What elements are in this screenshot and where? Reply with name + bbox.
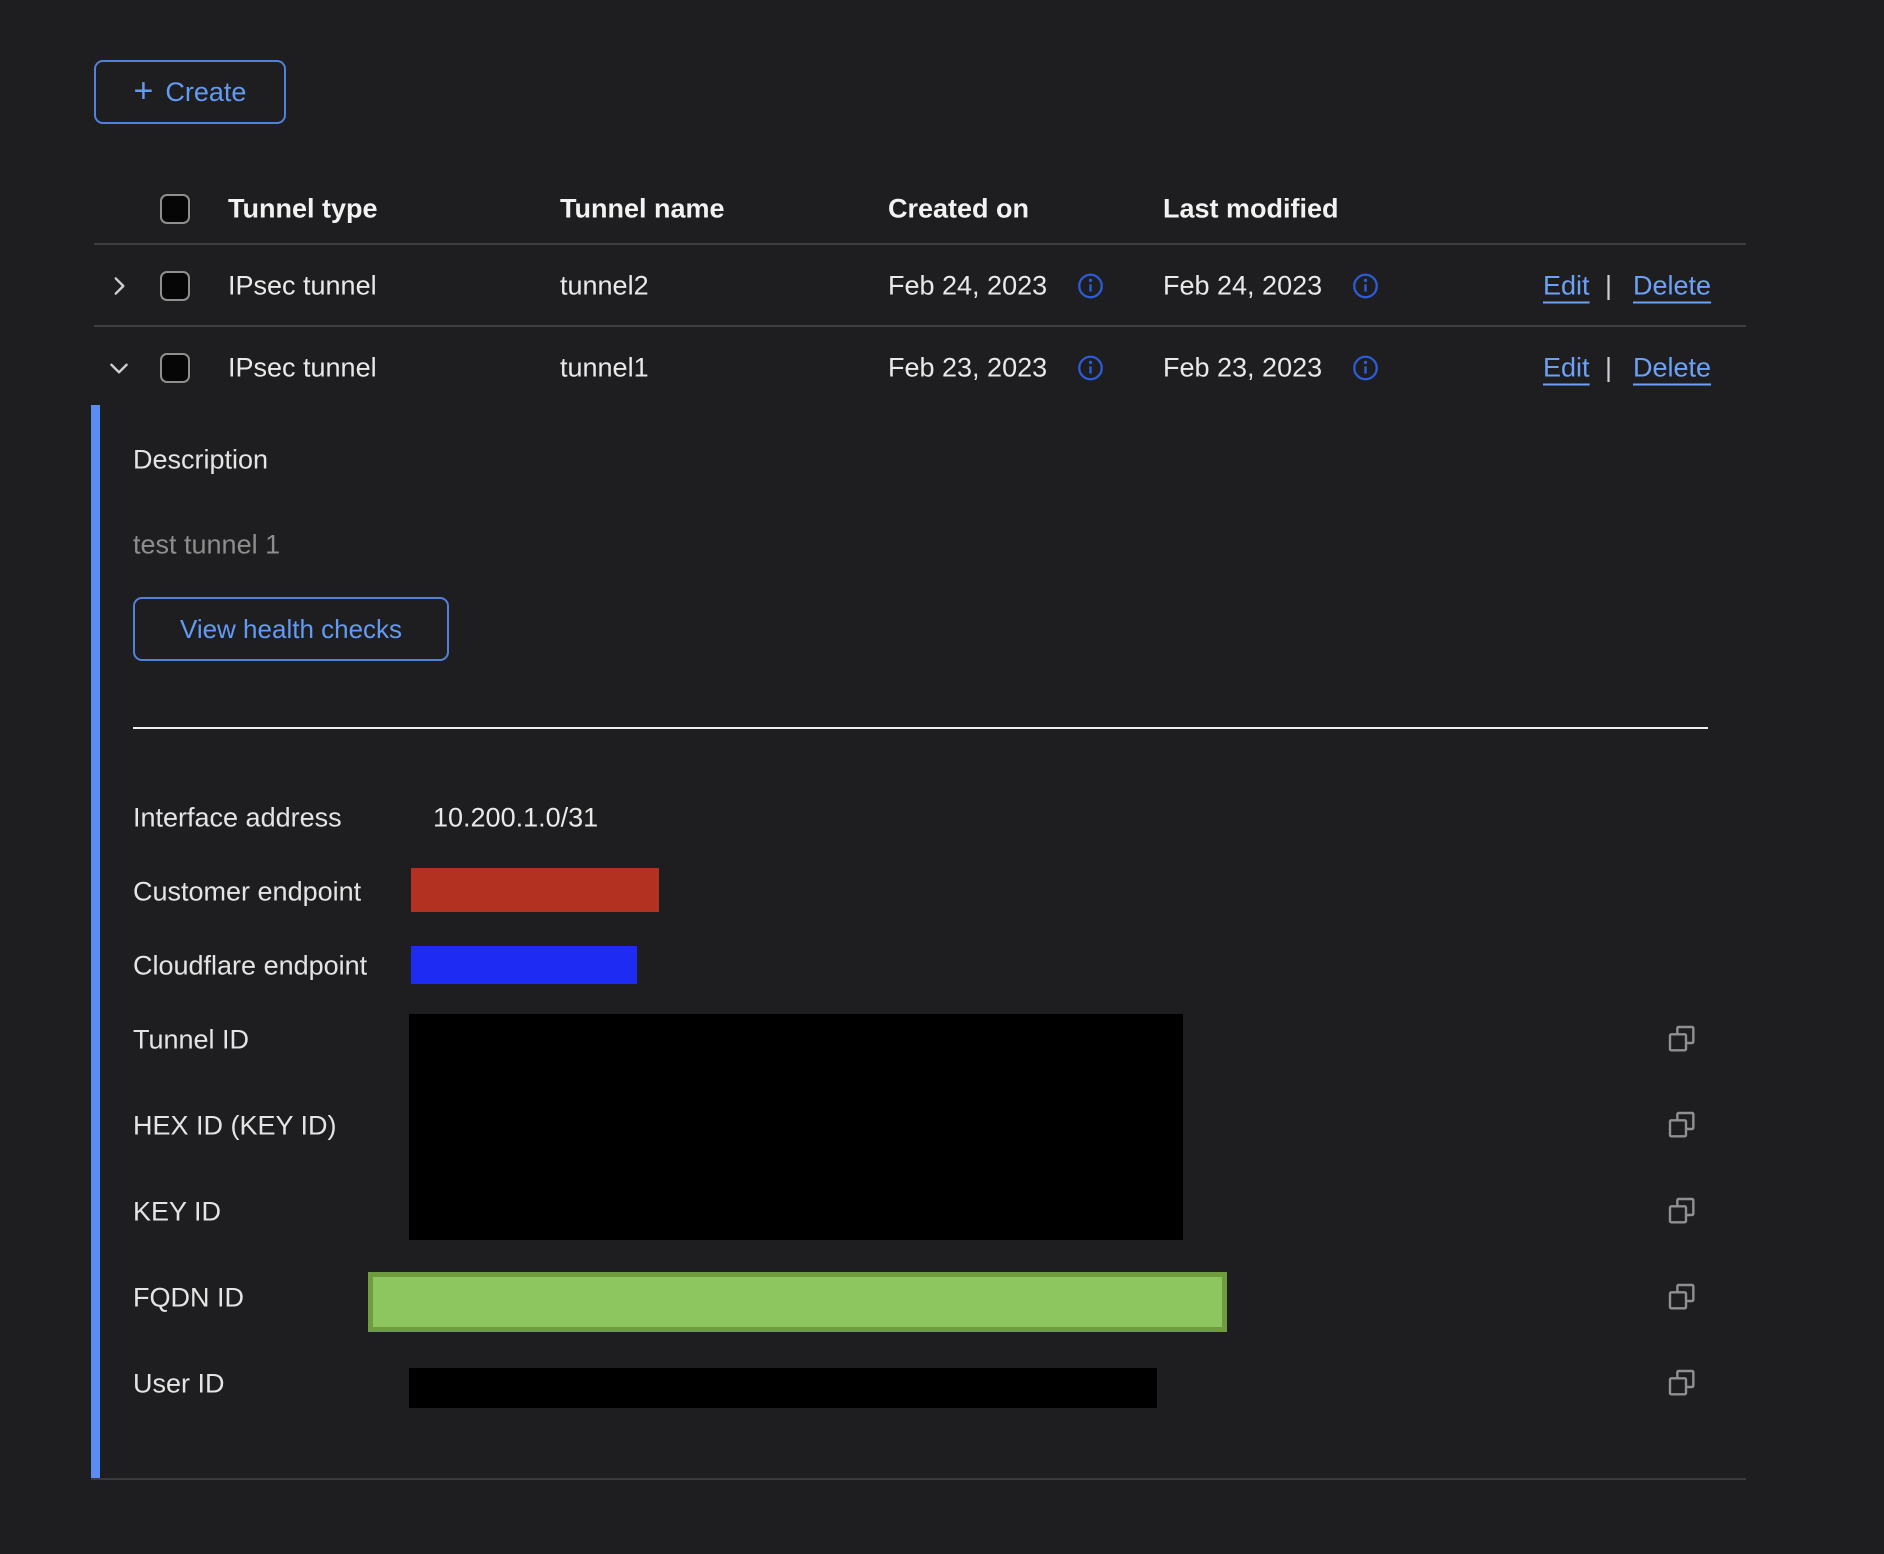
tunnel-type-cell: IPsec tunnel [228, 353, 377, 384]
last-modified-cell: Feb 24, 2023 [1163, 271, 1322, 302]
description-label: Description [133, 445, 268, 476]
cloudflare-endpoint-redacted-value [411, 946, 637, 984]
created-on-cell: Feb 24, 2023 [888, 271, 1047, 302]
view-health-checks-button[interactable]: View health checks [133, 597, 449, 661]
create-button-label: Create [165, 77, 246, 108]
copy-tunnel-id-icon[interactable] [1666, 1023, 1700, 1057]
header-created-on: Created on [888, 194, 1029, 225]
customer-endpoint-label: Customer endpoint [133, 877, 361, 908]
user-id-redacted-value [409, 1368, 1157, 1408]
copy-fqdn-id-icon[interactable] [1666, 1281, 1700, 1315]
info-icon[interactable] [1077, 273, 1104, 300]
panel-divider [133, 727, 1708, 729]
row-divider [94, 325, 1746, 327]
panel-bottom-divider [91, 1478, 1746, 1480]
expanded-row-accent-bar [91, 405, 100, 1478]
select-all-checkbox[interactable] [160, 194, 190, 224]
created-on-cell: Feb 23, 2023 [888, 353, 1047, 384]
customer-endpoint-redacted-value [411, 868, 659, 912]
delete-link[interactable]: Delete [1633, 271, 1711, 302]
tunnel-name-cell: tunnel1 [560, 353, 649, 384]
collapse-chevron-down-icon[interactable] [104, 353, 134, 383]
interface-address-value: 10.200.1.0/31 [433, 803, 598, 834]
cloudflare-endpoint-label: Cloudflare endpoint [133, 951, 367, 982]
tunnel-type-cell: IPsec tunnel [228, 271, 377, 302]
action-separator: | [1605, 353, 1612, 384]
info-icon[interactable] [1352, 355, 1379, 382]
edit-link[interactable]: Edit [1543, 353, 1590, 384]
row-checkbox[interactable] [160, 271, 190, 301]
row-checkbox[interactable] [160, 353, 190, 383]
interface-address-label: Interface address [133, 803, 342, 834]
info-icon[interactable] [1352, 273, 1379, 300]
header-divider [94, 243, 1746, 245]
copy-user-id-icon[interactable] [1666, 1367, 1700, 1401]
ipsec-tunnels-page: + Create Tunnel type Tunnel name Created… [0, 0, 1884, 1554]
header-tunnel-type: Tunnel type [228, 194, 378, 225]
tunnel-id-label: Tunnel ID [133, 1025, 249, 1056]
fqdn-id-redacted-value [368, 1272, 1227, 1332]
header-tunnel-name: Tunnel name [560, 194, 725, 225]
create-button[interactable]: + Create [94, 60, 286, 124]
copy-hex-id-icon[interactable] [1666, 1109, 1700, 1143]
copy-key-id-icon[interactable] [1666, 1195, 1700, 1229]
last-modified-cell: Feb 23, 2023 [1163, 353, 1322, 384]
info-icon[interactable] [1077, 355, 1104, 382]
tunnel-name-cell: tunnel2 [560, 271, 649, 302]
expand-chevron-right-icon[interactable] [104, 271, 134, 301]
key-id-label: KEY ID [133, 1197, 221, 1228]
user-id-label: User ID [133, 1369, 225, 1400]
action-separator: | [1605, 271, 1612, 302]
edit-link[interactable]: Edit [1543, 271, 1590, 302]
description-value: test tunnel 1 [133, 530, 280, 561]
fqdn-id-label: FQDN ID [133, 1283, 244, 1314]
plus-icon: + [134, 74, 154, 108]
delete-link[interactable]: Delete [1633, 353, 1711, 384]
hex-id-label: HEX ID (KEY ID) [133, 1111, 337, 1142]
header-last-modified: Last modified [1163, 194, 1339, 225]
ids-redacted-value [409, 1014, 1183, 1240]
